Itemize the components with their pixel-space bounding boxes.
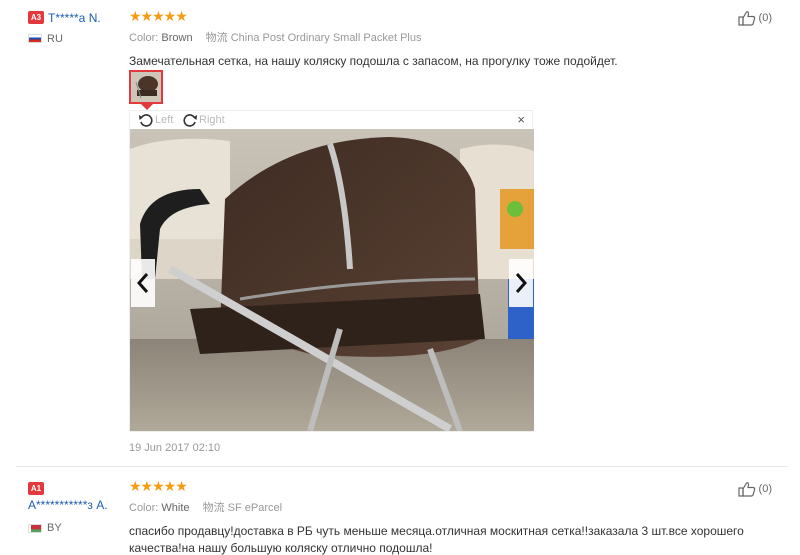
shipping-label: 物流 <box>202 502 225 514</box>
review-photo <box>130 129 534 431</box>
rotate-left-label: Left <box>155 114 174 126</box>
thumbs-up-icon <box>737 482 755 497</box>
viewer-toolbar: Left Right × <box>130 111 534 129</box>
color-label: Color: <box>129 32 159 44</box>
review-content: ★★★★★ Color: White 物流 SF eParcel спасибо… <box>129 479 769 555</box>
rotate-right-label: Right <box>199 114 225 126</box>
reviewer-name[interactable]: A***********з А. <box>28 498 108 512</box>
like-count: (0) <box>758 12 772 24</box>
rotate-left-button[interactable]: Left <box>138 113 173 127</box>
review-photo-thumbnail[interactable] <box>129 70 163 104</box>
rating-stars: ★★★★★ <box>129 478 188 494</box>
review-content: ★★★★★ Color: Brown 物流 China Post Ordinar… <box>129 9 769 70</box>
rating-stars: ★★★★★ <box>129 8 188 24</box>
like-button[interactable]: (0) <box>737 10 772 26</box>
chevron-right-icon <box>515 273 528 293</box>
level-badge: A1 <box>28 482 44 496</box>
rotate-left-icon <box>139 114 153 127</box>
like-count: (0) <box>758 483 772 495</box>
rotate-right-button[interactable]: Right <box>182 113 225 127</box>
shipping-label: 物流 <box>205 32 228 44</box>
flag-icon <box>28 34 42 44</box>
review-text: спасибо продавцу!доставка в РБ чуть мень… <box>129 524 744 555</box>
reviewer-info: A3 T*****a N. RU <box>28 10 101 45</box>
next-photo-button[interactable] <box>509 259 533 307</box>
color-value: Brown <box>161 32 193 44</box>
review-text: Замечательная сетка, на нашу коляску под… <box>129 54 618 68</box>
thumbs-up-icon <box>737 11 755 26</box>
color-value: White <box>161 502 190 514</box>
review-date: 19 Jun 2017 02:10 <box>129 442 221 454</box>
previous-photo-button[interactable] <box>131 259 155 307</box>
reviewer-info: A1 A***********з А. BY <box>28 481 108 534</box>
review-item: A3 T*****a N. RU ★★★★★ Color: Brown 物流 Ch… <box>0 0 800 466</box>
review-item: A1 A***********з А. BY ★★★★★ Color: Whit… <box>0 467 800 555</box>
rotate-right-icon <box>183 114 197 127</box>
level-badge: A3 <box>28 11 44 25</box>
review-meta: Color: Brown 物流 China Post Ordinary Smal… <box>129 31 769 45</box>
thumbnail-image <box>131 72 161 102</box>
shipping-value: China Post Ordinary Small Packet Plus <box>230 32 422 44</box>
close-icon[interactable]: × <box>517 113 525 127</box>
flag-icon <box>28 523 42 533</box>
reviewer-country: BY <box>28 522 108 534</box>
reviewer-name[interactable]: T*****a N. <box>48 11 101 25</box>
like-button[interactable]: (0) <box>737 481 772 497</box>
reviewer-country: RU <box>28 33 101 45</box>
country-code: RU <box>47 32 63 45</box>
shipping-value: SF eParcel <box>227 502 283 514</box>
review-meta: Color: White 物流 SF eParcel <box>129 501 769 515</box>
country-code: BY <box>47 522 62 535</box>
stroller-photo-image <box>130 129 534 431</box>
photo-viewer: Left Right × <box>129 110 534 432</box>
color-label: Color: <box>129 502 159 514</box>
chevron-left-icon <box>136 273 149 293</box>
